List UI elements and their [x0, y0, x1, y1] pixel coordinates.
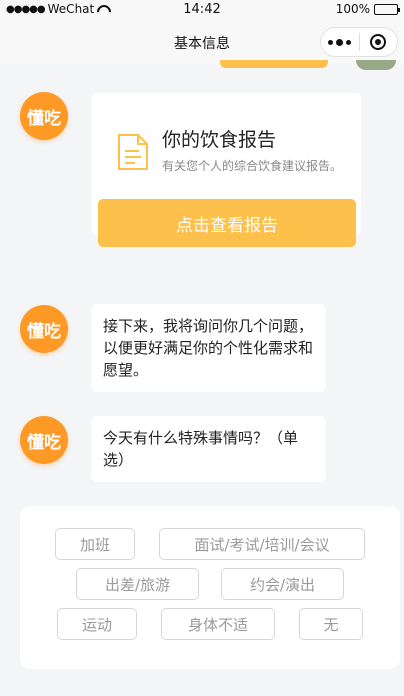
- question-message: 今天有什么特殊事情吗？（单选）: [91, 416, 326, 482]
- previous-reply-bubble: [220, 60, 328, 68]
- intro-message: 接下来，我将询问你几个问题，以便更好满足你的个性化需求和愿望。: [91, 304, 326, 392]
- options-panel: 加班 面试/考试/培训/会议 出差/旅游 约会/演出 运动 身体不适 无: [20, 506, 400, 669]
- report-title: 你的饮食报告: [162, 129, 277, 151]
- user-avatar: [356, 60, 396, 70]
- more-icon[interactable]: [321, 38, 359, 46]
- bot-avatar: 懂吃: [20, 416, 68, 464]
- close-mini-program-icon[interactable]: [360, 34, 398, 50]
- report-subtitle: 有关您个人的综合饮食建议报告。: [162, 159, 343, 173]
- bot-avatar: 懂吃: [20, 92, 68, 140]
- battery-group: 100%: [335, 2, 400, 16]
- battery-percent: 100%: [335, 2, 370, 16]
- option-interview-exam-training-meeting[interactable]: 面试/考试/培训/会议: [159, 528, 365, 560]
- option-overtime[interactable]: 加班: [55, 528, 135, 560]
- view-report-button[interactable]: 点击查看报告: [98, 199, 356, 247]
- nav-bar: 基本信息: [0, 20, 404, 64]
- mini-program-capsule: [320, 27, 398, 57]
- status-bar: ●●●●● WeChat 14:42 100%: [0, 0, 404, 20]
- option-date-performance[interactable]: 约会/演出: [221, 568, 344, 600]
- option-exercise[interactable]: 运动: [57, 608, 137, 640]
- document-icon: [118, 134, 148, 170]
- option-none[interactable]: 无: [299, 608, 363, 640]
- bot-avatar: 懂吃: [20, 305, 68, 353]
- option-unwell[interactable]: 身体不适: [161, 608, 275, 640]
- battery-icon: [374, 3, 400, 15]
- option-business-trip-travel[interactable]: 出差/旅游: [76, 568, 199, 600]
